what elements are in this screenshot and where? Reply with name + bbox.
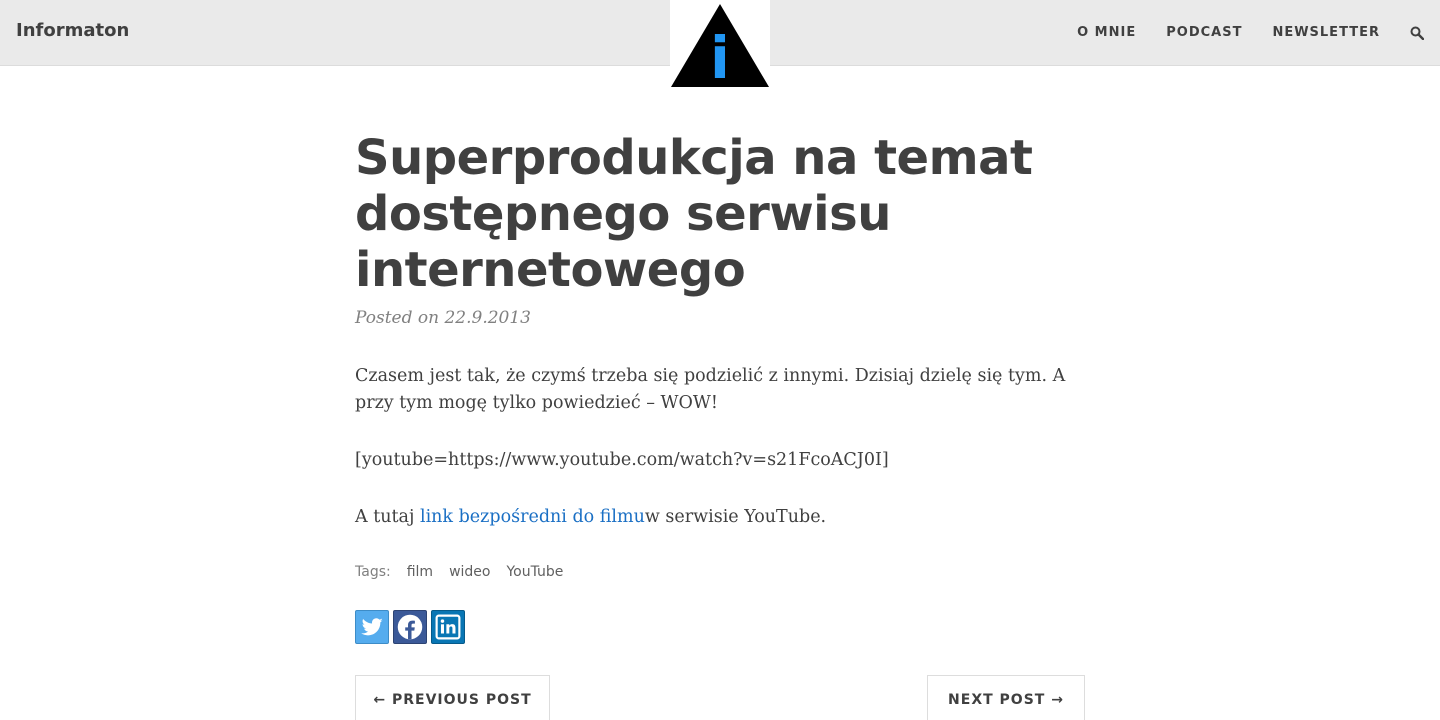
nav-link-podcast[interactable]: PODCAST <box>1166 25 1242 40</box>
nav-link-newsletter[interactable]: NEWSLETTER <box>1272 25 1380 40</box>
post-paragraph: A tutaj link bezpośredni do filmuw serwi… <box>355 504 1085 531</box>
twitter-icon <box>361 618 383 636</box>
post-content: Superprodukcja na temat dostępnego serwi… <box>355 130 1085 644</box>
tag-link[interactable]: film <box>407 564 433 580</box>
next-post-button[interactable]: NEXT POST → <box>927 675 1085 720</box>
youtube-shortcode: [youtube=https://www.youtube.com/watch?v… <box>355 450 889 470</box>
navbar: Informaton i O MNIE PODCAST NEWSLETTER <box>0 0 1440 90</box>
share-buttons <box>355 610 1085 644</box>
linkedin-icon <box>435 614 461 640</box>
main-nav: O MNIE PODCAST NEWSLETTER <box>1077 25 1380 40</box>
post-title: Superprodukcja na temat dostępnego serwi… <box>355 130 1033 298</box>
logo-letter: i <box>710 24 730 90</box>
share-twitter-button[interactable] <box>355 610 389 644</box>
nav-link-o-mnie[interactable]: O MNIE <box>1077 25 1136 40</box>
post-date: Posted on 22.9.2013 <box>355 308 531 328</box>
post-paragraph: Czasem jest tak, że czymś trzeba się pod… <box>355 366 1066 413</box>
tag-link[interactable]: wideo <box>449 564 490 580</box>
tag-link[interactable]: YouTube <box>506 564 563 580</box>
youtube-direct-link[interactable]: link bezpośredni do filmu <box>420 507 645 527</box>
site-logo[interactable]: i <box>670 0 770 90</box>
paragraph-text: A tutaj <box>355 507 420 527</box>
logo-triangle-icon: i <box>671 4 769 90</box>
paragraph-text: w serwisie YouTube. <box>644 507 827 527</box>
facebook-icon <box>397 614 423 640</box>
tags-label: Tags: <box>355 564 391 580</box>
search-icon[interactable] <box>1410 26 1424 40</box>
post-body: Czasem jest tak, że czymś trzeba się pod… <box>355 363 1085 531</box>
post-tags: Tags: film wideo YouTube <box>355 564 1085 580</box>
share-facebook-button[interactable] <box>393 610 427 644</box>
share-linkedin-button[interactable] <box>431 610 465 644</box>
site-brand[interactable]: Informaton <box>16 20 129 41</box>
previous-post-button[interactable]: ← PREVIOUS POST <box>355 675 550 720</box>
